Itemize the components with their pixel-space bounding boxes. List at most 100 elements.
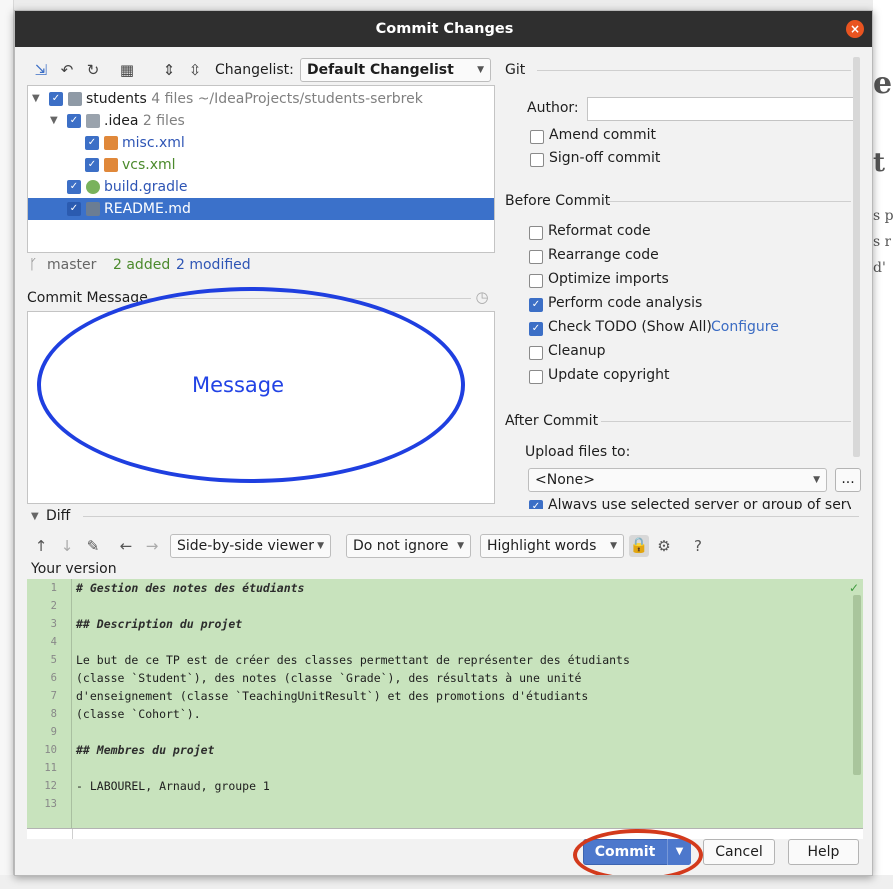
editor-scrollbar[interactable]	[853, 595, 861, 775]
expand-arrow-icon[interactable]: ▼	[32, 88, 40, 110]
diff-section-title: Diff	[46, 508, 71, 524]
collapse-diff-icon[interactable]: ▼	[31, 511, 39, 522]
ignore-whitespace-select[interactable]: Do not ignore ▼	[346, 534, 471, 558]
module-folder-icon	[68, 92, 82, 106]
optimize-imports-label: Optimize imports	[548, 271, 669, 287]
upload-files-label: Upload files to:	[525, 444, 631, 460]
browse-servers-button[interactable]: ...	[835, 468, 861, 492]
cancel-label: Cancel	[715, 844, 763, 860]
edit-source-icon[interactable]: ✎	[84, 536, 102, 556]
expand-all-icon[interactable]: ⇕	[159, 60, 179, 80]
added-count[interactable]: 2 added	[113, 257, 170, 273]
optimize-imports-checkbox[interactable]	[529, 274, 543, 288]
reformat-code-checkbox[interactable]	[529, 226, 543, 240]
checkbox-icon[interactable]: ✓	[49, 92, 63, 106]
signoff-commit-checkbox[interactable]	[530, 153, 544, 167]
viewer-value: Side-by-side viewer	[177, 538, 315, 554]
perform-code-analysis-label: Perform code analysis	[548, 295, 703, 311]
code-line: (classe `Student`), des notes (classe `G…	[76, 671, 582, 685]
author-input[interactable]	[587, 97, 857, 121]
line-number: 4	[50, 636, 57, 648]
close-button[interactable]: ×	[846, 20, 864, 38]
checkbox-icon[interactable]: ✓	[85, 158, 99, 172]
history-clock-icon[interactable]: ◷	[472, 287, 492, 307]
tree-row-misc-xml[interactable]: ✓ misc.xml	[28, 132, 494, 154]
chevron-down-icon: ▼	[477, 65, 484, 75]
expand-arrow-icon[interactable]: ▼	[50, 110, 58, 132]
viewer-select[interactable]: Side-by-side viewer ▼	[170, 534, 331, 558]
tree-row-build-gradle[interactable]: ✓ build.gradle	[28, 176, 494, 198]
options-scrollbar[interactable]	[853, 57, 860, 457]
refresh-icon[interactable]: ↻	[83, 60, 103, 80]
gradle-file-icon	[86, 180, 100, 194]
previous-difference-icon[interactable]: ↑	[32, 536, 50, 556]
tree-item-meta: 2 files	[142, 113, 185, 129]
code-line: d'enseignement (classe `TeachingUnitResu…	[76, 689, 589, 703]
forward-icon[interactable]: →	[143, 536, 161, 556]
rearrange-code-checkbox[interactable]	[529, 250, 543, 264]
separator	[537, 70, 851, 71]
tree-row-students[interactable]: ▼ ✓ students 4 files ~/IdeaProjects/stud…	[28, 88, 494, 110]
annotation-text: Message	[191, 373, 285, 397]
your-version-label: Your version	[31, 561, 117, 577]
checkbox-icon[interactable]: ✓	[67, 202, 81, 216]
code-line: - LABOUREL, Arnaud, groupe 1	[76, 779, 270, 793]
collapse-all-icon[interactable]: ⇳	[185, 60, 205, 80]
line-number: 3	[50, 618, 57, 630]
dialog-titlebar: Commit Changes ×	[15, 11, 872, 47]
code-line: Le but de ce TP est de créer des classes…	[76, 653, 630, 667]
dialog-title: Commit Changes	[375, 21, 514, 37]
checkbox-icon[interactable]: ✓	[67, 114, 81, 128]
tree-row-vcs-xml[interactable]: ✓ vcs.xml	[28, 154, 494, 176]
help-icon[interactable]: ?	[694, 537, 702, 555]
close-icon: ×	[849, 22, 861, 36]
tree-row-idea[interactable]: ▼ ✓ .idea 2 files	[28, 110, 494, 132]
tree-row-readme-md[interactable]: ✓ README.md	[28, 198, 494, 220]
settings-gear-icon[interactable]: ⚙	[655, 536, 673, 556]
separator	[607, 201, 851, 202]
perform-code-analysis-checkbox[interactable]: ✓	[529, 298, 543, 312]
help-label: Help	[807, 844, 840, 860]
chevron-down-icon: ▼	[457, 541, 464, 551]
line-number: 12	[44, 780, 57, 792]
cancel-button[interactable]: Cancel	[703, 839, 775, 865]
line-number: 1	[50, 582, 57, 594]
highlight-value: Highlight words	[487, 538, 597, 554]
tree-item-name: misc.xml	[122, 135, 185, 151]
changed-files-tree: ▼ ✓ students 4 files ~/IdeaProjects/stud…	[27, 85, 495, 253]
back-icon[interactable]: ←	[117, 536, 135, 556]
commit-changes-dialog: Commit Changes × ⇲ ↶ ↻ ▦ ⇕ ⇳ Changelist:…	[14, 10, 873, 876]
background-glyph: s r	[873, 234, 892, 250]
group-by-icon[interactable]: ▦	[117, 60, 137, 80]
changelist-select[interactable]: Default Changelist ▼	[300, 58, 491, 82]
upload-server-select[interactable]: <None> ▼	[528, 468, 827, 492]
cleanup-checkbox[interactable]	[529, 346, 543, 360]
background-glyph: e	[873, 66, 893, 101]
tree-item-name: .idea	[104, 113, 139, 129]
amend-commit-checkbox[interactable]	[530, 130, 544, 144]
amend-commit-label: Amend commit	[549, 127, 656, 143]
update-copyright-checkbox[interactable]	[529, 370, 543, 384]
show-diff-icon[interactable]: ⇲	[31, 60, 51, 80]
xml-file-icon	[104, 136, 118, 150]
help-button[interactable]: Help	[788, 839, 859, 865]
check-todo-checkbox[interactable]: ✓	[529, 322, 543, 336]
reformat-code-label: Reformat code	[548, 223, 651, 239]
checkbox-icon[interactable]: ✓	[67, 180, 81, 194]
rollback-icon[interactable]: ↶	[57, 60, 77, 80]
next-difference-icon[interactable]: ↓	[58, 536, 76, 556]
diff-editor[interactable]: 1 2 3 4 5 6 7 8 9 10 11 12 13 # Gestion …	[27, 579, 863, 829]
lock-icon[interactable]: 🔒	[629, 535, 649, 557]
tree-item-name: build.gradle	[104, 179, 188, 195]
checkbox-icon[interactable]: ✓	[85, 136, 99, 150]
always-use-server-checkbox[interactable]: ✓	[529, 500, 543, 509]
ignore-value: Do not ignore	[353, 538, 449, 554]
highlight-select[interactable]: Highlight words ▼	[480, 534, 624, 558]
chevron-down-icon: ▼	[610, 541, 617, 551]
configure-todo-link[interactable]: Configure	[711, 319, 779, 335]
before-commit-section-title: Before Commit	[505, 193, 611, 209]
modified-count[interactable]: 2 modified	[176, 257, 251, 273]
branch-name: master	[47, 257, 97, 273]
line-number: 2	[50, 600, 57, 612]
line-number: 8	[50, 708, 57, 720]
